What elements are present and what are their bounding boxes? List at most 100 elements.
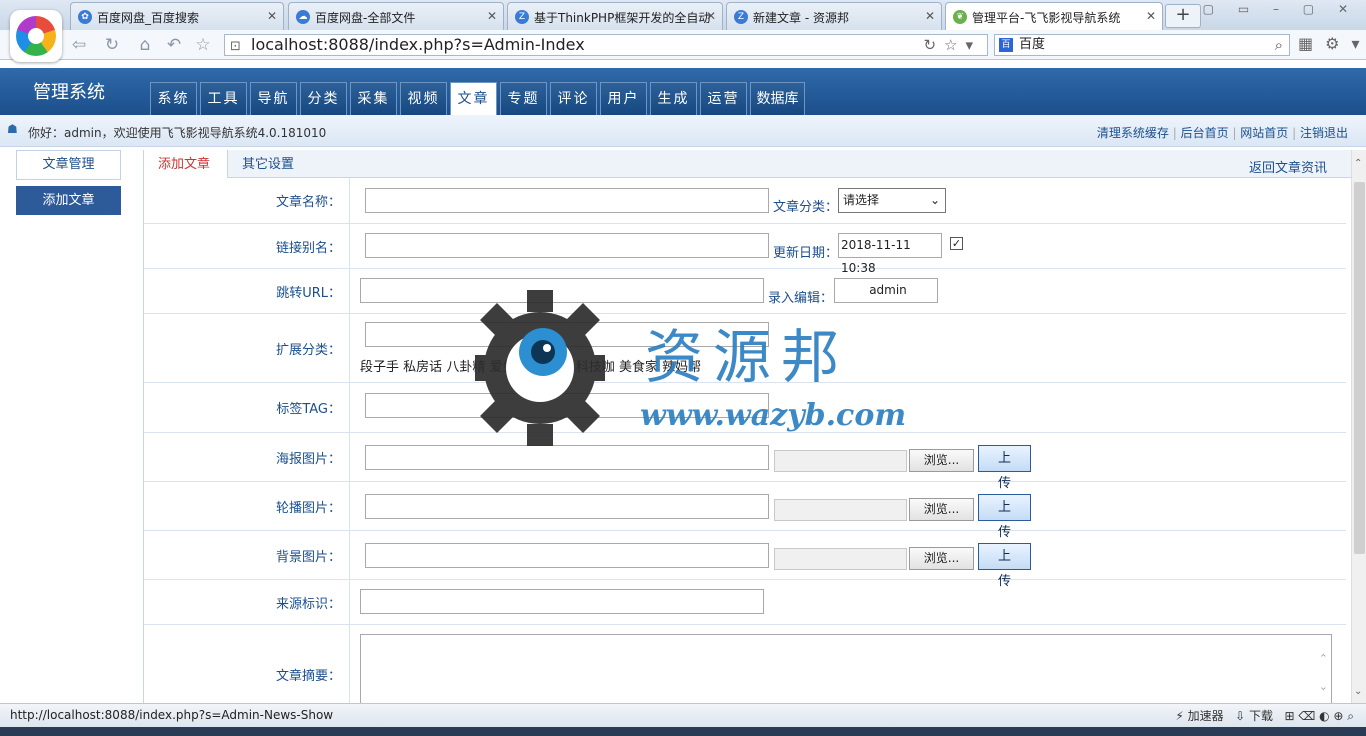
menu-user[interactable]: 用户: [600, 82, 647, 115]
ext-category-options: 段子手 私房话 八卦精 爱生活 汽车迷 科技咖 美食家 辣妈帮: [360, 356, 701, 375]
browser-tab-active[interactable]: ❦ 管理平台-飞飞影视导航系统 ✕: [945, 2, 1163, 30]
ext-category-input[interactable]: [365, 322, 769, 347]
download-label[interactable]: 下载: [1249, 709, 1273, 723]
baidu-engine-icon[interactable]: 百: [999, 38, 1013, 52]
scroll-up-icon[interactable]: ⌃: [1354, 158, 1362, 169]
vertical-scrollbar[interactable]: ⌃ ⌄: [1351, 150, 1366, 703]
background-input[interactable]: [365, 543, 769, 568]
menu-system[interactable]: 系统: [150, 82, 197, 115]
browser-tab[interactable]: ✿ 百度网盘_百度搜索 ✕: [70, 2, 284, 30]
address-tools-icon[interactable]: ↻☆▾: [923, 35, 981, 55]
close-icon[interactable]: ✕: [925, 9, 935, 23]
menu-video[interactable]: 视频: [400, 82, 447, 115]
chevron-up-icon[interactable]: ⌃: [1319, 647, 1328, 670]
clear-cache-link[interactable]: 清理系统缓存: [1097, 126, 1169, 140]
undo-icon[interactable]: ↶: [163, 34, 185, 56]
ext-option[interactable]: 私房话: [403, 360, 442, 375]
tab-add-article[interactable]: 添加文章: [144, 150, 228, 178]
browser-tab[interactable]: ☁ 百度网盘-全部文件 ✕: [288, 2, 504, 30]
site-icon: Z: [734, 10, 748, 24]
title-input[interactable]: [365, 188, 769, 213]
tab-strip: ✿ 百度网盘_百度搜索 ✕ ☁ 百度网盘-全部文件 ✕ Z 基于ThinkPHP框架开发的…: [0, 0, 1366, 30]
menu-generate[interactable]: 生成: [650, 82, 697, 115]
new-tab-button[interactable]: +: [1165, 4, 1201, 28]
background-browse-button[interactable]: 浏览...: [909, 547, 974, 570]
chevron-down-icon[interactable]: ⌄: [1319, 675, 1328, 698]
browser-window: ✿ 百度网盘_百度搜索 ✕ ☁ 百度网盘-全部文件 ✕ Z 基于ThinkPHP框架开发的…: [0, 0, 1366, 736]
status-tools-icon[interactable]: ⊞ ⌫ ◐ ⊕ ⌕: [1284, 709, 1354, 723]
scroll-down-icon[interactable]: ⌄: [1354, 686, 1362, 697]
tab-title: 管理平台-飞飞影视导航系统: [972, 11, 1121, 25]
accelerator-icon[interactable]: ⚡: [1175, 709, 1183, 723]
alias-input[interactable]: [365, 233, 769, 258]
menu-collect[interactable]: 采集: [350, 82, 397, 115]
download-icon[interactable]: ⇩: [1235, 709, 1245, 723]
carousel-upload-button[interactable]: 上 传: [978, 494, 1031, 540]
site-home-link[interactable]: 网站首页: [1240, 126, 1288, 140]
browser-tools-icon[interactable]: ▦⚙▾: [1298, 34, 1366, 53]
search-icon[interactable]: ⌕: [1275, 35, 1283, 55]
background-file-path: [774, 548, 907, 570]
home-icon[interactable]: ⌂: [134, 34, 156, 56]
close-icon[interactable]: ✕: [706, 9, 716, 23]
close-icon[interactable]: ✕: [1146, 9, 1156, 23]
category-select[interactable]: 请选择 ⌄: [838, 188, 946, 213]
summary-textarea[interactable]: ⌃ ⌄: [360, 634, 1332, 703]
favorites-star-icon[interactable]: ☆: [192, 34, 214, 56]
editor-input[interactable]: admin: [834, 278, 938, 303]
background-upload-button[interactable]: 上 传: [978, 543, 1031, 589]
update-date-input[interactable]: 2018-11-11 10:38: [838, 233, 942, 275]
update-date-checkbox[interactable]: ✓: [950, 237, 963, 250]
accelerator-label[interactable]: 加速器: [1188, 709, 1224, 723]
sidebar-item-article-manage[interactable]: 文章管理: [16, 150, 121, 180]
menu-comment[interactable]: 评论: [550, 82, 597, 115]
source-input[interactable]: [360, 589, 764, 614]
scroll-thumb[interactable]: [1354, 182, 1365, 554]
tab-other-settings[interactable]: 其它设置: [228, 150, 312, 178]
jump-url-input[interactable]: [360, 278, 764, 303]
admin-home-link[interactable]: 后台首页: [1181, 126, 1229, 140]
poster-input[interactable]: [365, 445, 769, 470]
close-icon[interactable]: ✕: [267, 9, 277, 23]
menu-database[interactable]: 数据库: [750, 82, 805, 115]
ext-option[interactable]: 科技咖: [576, 360, 615, 375]
menu-nav[interactable]: 导航: [250, 82, 297, 115]
form-row-background: 背景图片： 浏览... 上 传: [144, 531, 1346, 589]
window-controls[interactable]: ▢ ▭ – ▢ ✕: [1203, 2, 1358, 16]
ext-option[interactable]: 辣妈帮: [662, 360, 701, 375]
refresh-icon[interactable]: ↻: [101, 34, 123, 56]
menu-category[interactable]: 分类: [300, 82, 347, 115]
form-row-alias: 链接别名： 更新日期： 2018-11-11 10:38 ✓: [144, 224, 1346, 275]
menu-operate[interactable]: 运营: [700, 82, 747, 115]
ext-option[interactable]: 爱生活: [489, 360, 528, 375]
search-box[interactable]: 百 百度 ⌕: [994, 34, 1290, 56]
menu-article[interactable]: 文章: [450, 82, 497, 115]
browser-tab[interactable]: Z 基于ThinkPHP框架开发的全自动 ✕: [507, 2, 723, 30]
close-icon[interactable]: ✕: [487, 9, 497, 23]
ext-option[interactable]: 段子手: [360, 360, 399, 375]
tag-input[interactable]: [365, 393, 769, 418]
back-icon[interactable]: ⇦: [68, 34, 90, 56]
browser-logo-icon[interactable]: [10, 10, 62, 62]
address-bar[interactable]: ⊡ localhost:8088/index.php?s=Admin-Index…: [224, 34, 988, 56]
logout-link[interactable]: 注销退出: [1300, 126, 1348, 140]
menu-topic[interactable]: 专题: [500, 82, 547, 115]
carousel-input[interactable]: [365, 494, 769, 519]
welcome-text: 你好：admin，欢迎使用飞飞影视导航系统4.0.181010: [28, 126, 327, 140]
ext-option[interactable]: 美食家: [619, 360, 658, 375]
tab-title: 百度网盘_百度搜索: [97, 11, 200, 25]
ext-option[interactable]: 汽车迷: [533, 360, 572, 375]
app-title: 管理系统: [33, 82, 105, 103]
field-label: 扩展分类：: [144, 314, 350, 382]
poster-upload-button[interactable]: 上 传: [978, 445, 1031, 491]
form-row-carousel: 轮播图片： 浏览... 上 传: [144, 482, 1346, 540]
back-to-articles-link[interactable]: 返回文章资讯: [1249, 157, 1327, 176]
carousel-browse-button[interactable]: 浏览...: [909, 498, 974, 521]
page-info-icon[interactable]: ⊡: [230, 37, 241, 57]
poster-browse-button[interactable]: 浏览...: [909, 449, 974, 472]
menu-tools[interactable]: 工具: [200, 82, 247, 115]
form-row-ext-category: 扩展分类： 段子手 私房话 八卦精 爱生活 汽车迷 科技咖 美食家 辣妈帮: [144, 314, 1346, 383]
sidebar-item-add-article[interactable]: 添加文章: [16, 186, 121, 215]
browser-tab[interactable]: Z 新建文章 - 资源邦 ✕: [726, 2, 942, 30]
ext-option[interactable]: 八卦精: [446, 360, 485, 375]
